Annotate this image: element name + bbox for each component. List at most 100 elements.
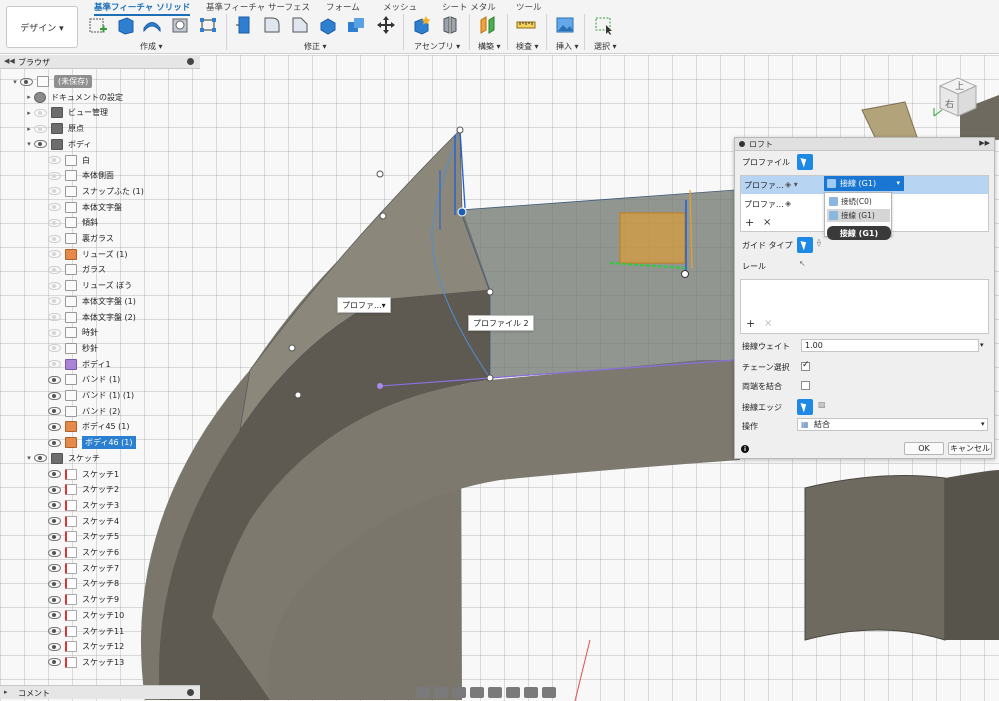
joint-icon[interactable] bbox=[440, 15, 460, 35]
visibility-eye-icon[interactable] bbox=[48, 422, 61, 431]
browser-item[interactable]: スケッチ7 bbox=[38, 561, 119, 576]
browser-item[interactable]: 白 bbox=[38, 153, 90, 168]
browser-item[interactable]: バンド (2) bbox=[38, 404, 120, 419]
visibility-eye-icon[interactable] bbox=[48, 297, 61, 306]
centerline-icon[interactable]: ⟠ bbox=[817, 238, 821, 247]
browser-item[interactable]: ▾ ボディ bbox=[24, 137, 91, 152]
tab-sheet-metal[interactable]: シート メタル bbox=[442, 1, 496, 13]
tangent-weight-input[interactable]: 1.00 bbox=[801, 339, 979, 352]
collapse-toggle-icon[interactable]: ▸ bbox=[24, 93, 34, 101]
chamfer-icon[interactable] bbox=[290, 15, 310, 35]
visibility-eye-icon[interactable] bbox=[48, 328, 61, 337]
pin-icon[interactable] bbox=[187, 58, 194, 65]
zoom-icon[interactable] bbox=[470, 686, 484, 698]
fillet-icon[interactable] bbox=[262, 15, 282, 35]
visibility-eye-icon[interactable] bbox=[48, 344, 61, 353]
visibility-eye-icon[interactable] bbox=[48, 360, 61, 369]
browser-item[interactable]: スケッチ5 bbox=[38, 529, 119, 544]
profile-select-button[interactable] bbox=[797, 154, 813, 170]
browser-item[interactable]: ▸ 原点 bbox=[24, 121, 84, 136]
browser-item[interactable]: スケッチ13 bbox=[38, 655, 124, 670]
profile-type-icon[interactable]: ◈ ▾ bbox=[785, 180, 798, 189]
more-create-icon[interactable] bbox=[198, 15, 218, 35]
group-select[interactable]: 選択 ▾ bbox=[594, 41, 617, 52]
grid-settings-icon[interactable] bbox=[524, 686, 538, 698]
rail-list[interactable]: + × bbox=[740, 279, 989, 334]
remove-rail-button[interactable]: × bbox=[764, 318, 772, 329]
expand-icon[interactable]: ▸ bbox=[4, 688, 8, 696]
visibility-eye-icon[interactable] bbox=[48, 501, 61, 510]
tab-solid[interactable]: 基準フィーチャ ソリッド bbox=[94, 1, 191, 16]
viewports-icon[interactable] bbox=[542, 686, 556, 698]
select-icon[interactable] bbox=[594, 15, 614, 35]
extrude-icon[interactable] bbox=[115, 15, 135, 35]
tab-form[interactable]: フォーム bbox=[326, 1, 360, 13]
add-profile-button[interactable]: + bbox=[745, 216, 754, 229]
profile-type-icon[interactable]: ◈ bbox=[785, 199, 791, 208]
measure-icon[interactable] bbox=[516, 15, 536, 35]
visibility-eye-icon[interactable] bbox=[48, 218, 61, 227]
browser-item[interactable]: スケッチ6 bbox=[38, 545, 119, 560]
browser-item[interactable]: スケッチ8 bbox=[38, 576, 119, 591]
end-condition-dropdown[interactable]: 接線 (G1) ▾ bbox=[824, 176, 904, 191]
visibility-eye-icon[interactable] bbox=[48, 595, 61, 604]
chevron-down-icon[interactable]: ▾ bbox=[981, 420, 985, 428]
tab-surface[interactable]: 基準フィーチャ サーフェス bbox=[206, 1, 310, 13]
look-at-icon[interactable] bbox=[434, 686, 448, 698]
browser-item[interactable]: リューズ (1) bbox=[38, 247, 127, 262]
tab-tools[interactable]: ツール bbox=[516, 1, 542, 13]
expand-dialog-icon[interactable]: ▶▶ bbox=[979, 139, 990, 147]
insert-image-icon[interactable] bbox=[555, 15, 575, 35]
browser-item[interactable]: バンド (1) (1) bbox=[38, 388, 134, 403]
visibility-eye-icon[interactable] bbox=[48, 517, 61, 526]
visibility-eye-icon[interactable] bbox=[48, 391, 61, 400]
browser-item[interactable]: スケッチ10 bbox=[38, 608, 124, 623]
visibility-eye-icon[interactable] bbox=[48, 642, 61, 651]
new-component-icon[interactable] bbox=[412, 15, 432, 35]
browser-item[interactable]: 裏ガラス bbox=[38, 231, 114, 246]
visibility-eye-icon[interactable] bbox=[48, 234, 61, 243]
revolve-icon[interactable] bbox=[142, 15, 162, 35]
remove-profile-button[interactable]: × bbox=[763, 217, 771, 228]
combine-icon[interactable] bbox=[346, 15, 366, 35]
offset-plane-icon[interactable] bbox=[478, 15, 498, 35]
visibility-eye-icon[interactable] bbox=[48, 375, 61, 384]
merge-tangent-edges-button[interactable] bbox=[797, 399, 813, 415]
browser-item[interactable]: ガラス bbox=[38, 262, 106, 277]
browser-item[interactable]: スケッチ3 bbox=[38, 498, 119, 513]
create-sketch-icon[interactable] bbox=[88, 15, 108, 35]
collapse-toggle-icon[interactable]: ▸ bbox=[24, 125, 34, 133]
add-rail-button[interactable]: + bbox=[746, 317, 755, 330]
browser-item[interactable]: スケッチ1 bbox=[38, 467, 119, 482]
browser-item[interactable]: 時針 bbox=[38, 325, 98, 340]
visibility-eye-icon[interactable] bbox=[48, 438, 61, 447]
visibility-eye-icon[interactable] bbox=[48, 313, 61, 321]
group-construct[interactable]: 構築 ▾ bbox=[478, 41, 501, 52]
keep-edges-icon[interactable]: ▨ bbox=[818, 400, 826, 409]
group-assemble[interactable]: アセンブリ ▾ bbox=[414, 41, 460, 52]
browser-item[interactable]: スケッチ2 bbox=[38, 482, 119, 497]
visibility-eye-icon[interactable] bbox=[48, 564, 61, 573]
info-icon[interactable]: i bbox=[741, 445, 749, 453]
browser-header[interactable]: ◀◀ ブラウザ bbox=[0, 55, 200, 69]
visibility-eye-icon[interactable] bbox=[48, 203, 61, 212]
merge-ends-checkbox[interactable] bbox=[801, 381, 810, 390]
browser-item[interactable]: ボディ45 (1) bbox=[38, 419, 130, 434]
orbit-icon[interactable] bbox=[416, 686, 430, 698]
viewcube[interactable]: 上 右 bbox=[932, 72, 980, 120]
display-settings-icon[interactable] bbox=[506, 686, 520, 698]
browser-item[interactable]: ボディ46 (1) bbox=[38, 435, 136, 450]
comment-bar[interactable]: ▸ コメント bbox=[0, 685, 200, 699]
browser-item[interactable]: ボディ1 bbox=[38, 357, 111, 372]
visibility-eye-icon[interactable] bbox=[48, 627, 61, 635]
hole-icon[interactable] bbox=[170, 15, 190, 35]
collapse-icon[interactable]: ◀◀ bbox=[4, 57, 15, 65]
visibility-eye-icon[interactable] bbox=[48, 532, 61, 541]
group-inspect[interactable]: 検査 ▾ bbox=[516, 41, 539, 52]
expand-toggle-icon[interactable]: ▾ bbox=[10, 78, 20, 86]
browser-item[interactable]: スケッチ9 bbox=[38, 592, 119, 607]
group-modify[interactable]: 修正 ▾ bbox=[304, 41, 327, 52]
press-pull-icon[interactable] bbox=[234, 15, 254, 35]
browser-item[interactable]: 本体文字盤 (1) bbox=[38, 294, 136, 309]
chevron-down-icon[interactable]: ▾ bbox=[980, 341, 984, 349]
